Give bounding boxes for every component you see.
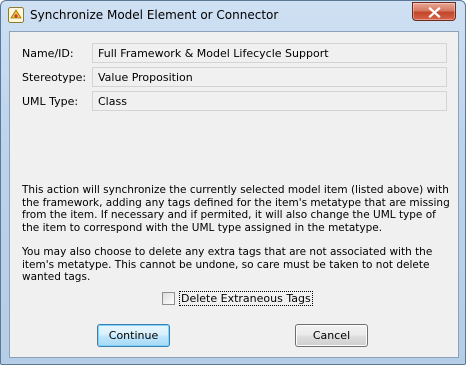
- continue-button[interactable]: Continue: [97, 324, 170, 347]
- title-bar[interactable]: Synchronize Model Element or Connector: [1, 1, 465, 31]
- dialog-window: Synchronize Model Element or Connector N…: [0, 0, 466, 365]
- description-paragraph-1: This action will synchronize the current…: [22, 184, 450, 234]
- cancel-button[interactable]: Cancel: [295, 324, 368, 347]
- close-icon: [428, 7, 441, 18]
- app-icon: [8, 7, 24, 23]
- delete-extraneous-tags-checkbox[interactable]: [162, 292, 175, 305]
- dialog-client-area: Name/ID: Full Framework & Model Lifecycl…: [9, 31, 459, 358]
- name-id-field[interactable]: Full Framework & Model Lifecycle Support: [92, 43, 447, 63]
- uml-type-label: UML Type:: [22, 95, 79, 108]
- delete-extraneous-tags-label[interactable]: Delete Extraneous Tags: [179, 291, 313, 306]
- close-button[interactable]: [412, 2, 456, 21]
- stereotype-label: Stereotype:: [22, 71, 87, 84]
- uml-type-field[interactable]: Class: [92, 91, 447, 111]
- description-paragraph-2: You may also choose to delete any extra …: [22, 246, 433, 283]
- name-id-label: Name/ID:: [22, 47, 74, 60]
- window-title: Synchronize Model Element or Connector: [30, 8, 279, 22]
- stereotype-field[interactable]: Value Proposition: [92, 67, 447, 87]
